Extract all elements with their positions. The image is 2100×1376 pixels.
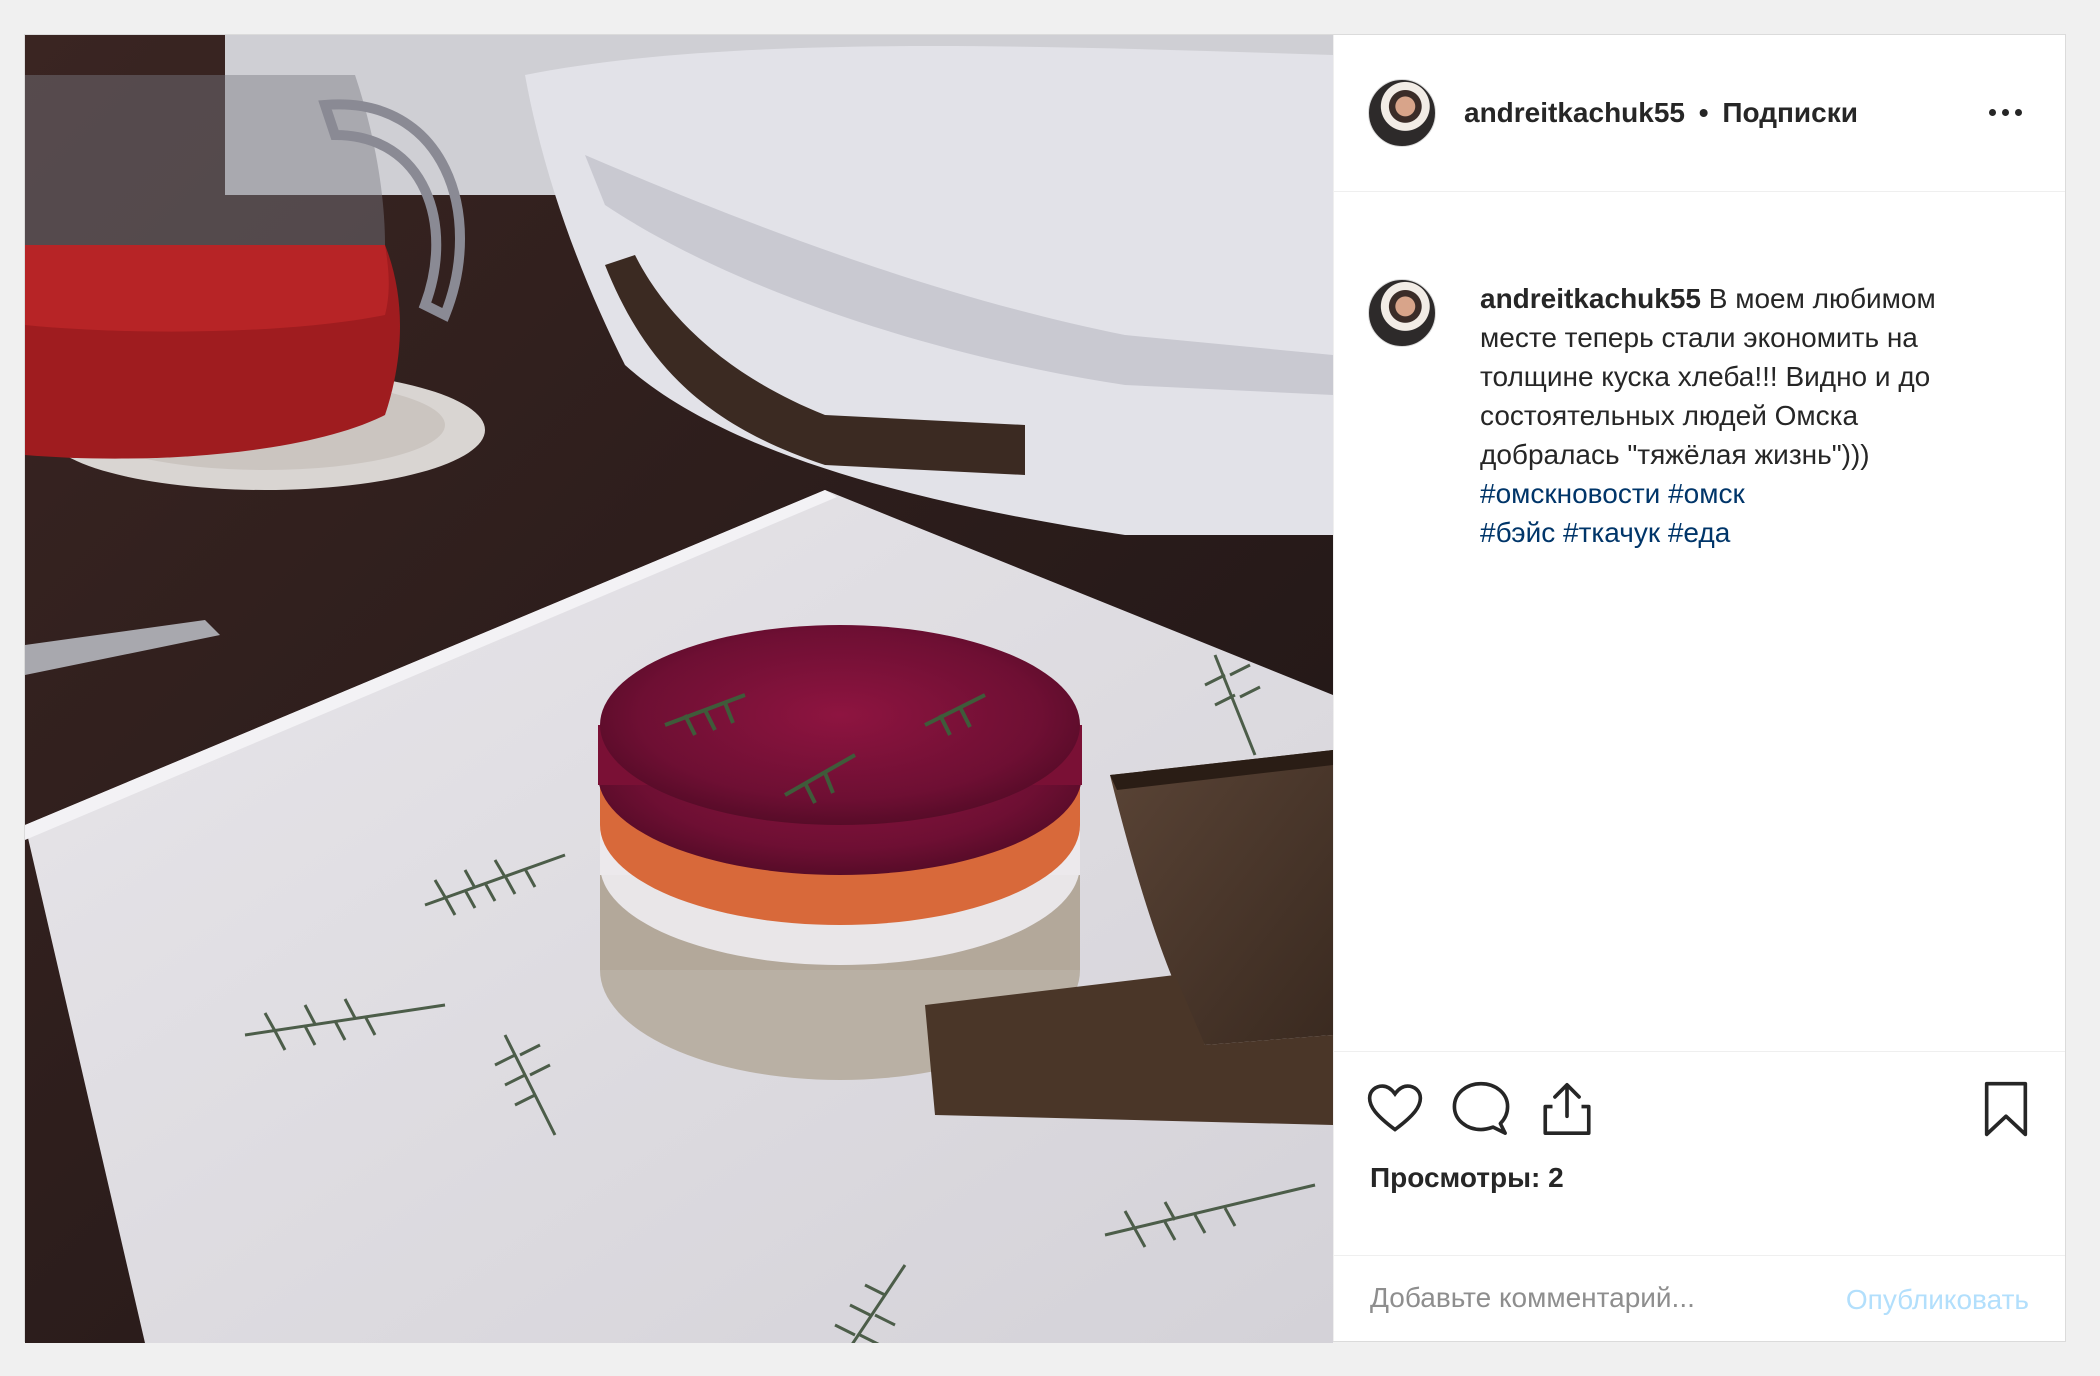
heart-icon[interactable] <box>1366 1080 1424 1138</box>
caption-author-link[interactable]: andreitkachuk55 <box>1480 283 1701 314</box>
post-media[interactable] <box>25 35 1333 1343</box>
more-horizontal-icon[interactable] <box>1989 103 2029 119</box>
post-card: andreitkachuk55 • Подписки andreitkachuk… <box>24 34 2066 1343</box>
comment-bar: Опубликовать <box>1334 1255 2065 1342</box>
post-header: andreitkachuk55 • Подписки <box>1334 35 2065 192</box>
hashtag-link[interactable]: #омск <box>1668 478 1745 509</box>
header-text: andreitkachuk55 • Подписки <box>1464 97 1858 129</box>
comment-bubble-icon[interactable] <box>1452 1080 1510 1138</box>
caption: andreitkachuk55 В моем любимом месте теп… <box>1480 279 2000 552</box>
food-photo <box>25 35 1333 1343</box>
username-link[interactable]: andreitkachuk55 <box>1464 97 1685 128</box>
views-count: Просмотры: 2 <box>1370 1162 1564 1193</box>
following-button[interactable]: Подписки <box>1722 97 1858 128</box>
caption-area: andreitkachuk55 В моем любимом месте теп… <box>1334 191 2065 1051</box>
hashtag-link[interactable]: #еда <box>1668 517 1730 548</box>
bookmark-icon[interactable] <box>1977 1080 2035 1138</box>
separator-dot: • <box>1698 97 1709 128</box>
hashtag-link[interactable]: #ткачук <box>1563 517 1660 548</box>
post-actions: Просмотры: 2 <box>1334 1051 2065 1256</box>
share-upload-icon[interactable] <box>1538 1080 1596 1138</box>
publish-button[interactable]: Опубликовать <box>1846 1284 2029 1316</box>
post-sidebar: andreitkachuk55 • Подписки andreitkachuk… <box>1333 35 2065 1341</box>
hashtag-link[interactable]: #омскновости <box>1480 478 1660 509</box>
hashtag-link[interactable]: #бэйс <box>1480 517 1555 548</box>
caption-avatar[interactable] <box>1368 279 1436 347</box>
comment-input[interactable] <box>1370 1276 1830 1320</box>
avatar[interactable] <box>1368 79 1436 147</box>
